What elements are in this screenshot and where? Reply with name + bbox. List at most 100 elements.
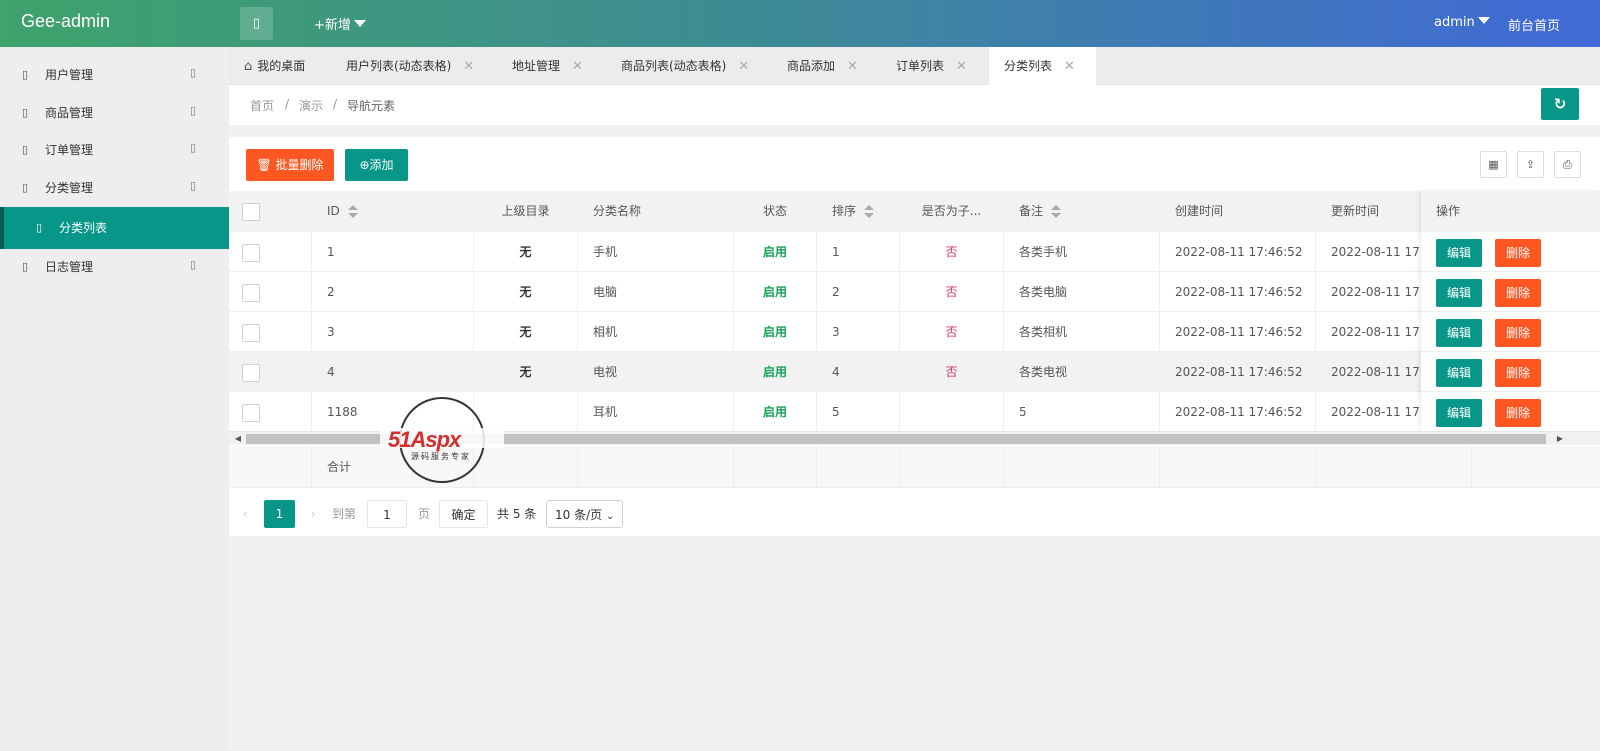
row-checkbox-cell bbox=[229, 272, 312, 312]
sort-icon[interactable] bbox=[347, 204, 358, 219]
sort-icon[interactable] bbox=[1051, 204, 1062, 219]
delete-button[interactable]: 删除 bbox=[1495, 278, 1541, 307]
tab-label: 订单列表 bbox=[896, 59, 945, 73]
grid-icon: ▦ bbox=[1488, 158, 1499, 171]
plus-circle-icon: ⊕ bbox=[359, 158, 370, 172]
sidebar-item-logs[interactable]: ▯ 日志管理 ▯ bbox=[0, 248, 229, 286]
tab-order-list[interactable]: 订单列表 ✕ bbox=[896, 47, 967, 85]
watermark-brand: 51Aspx bbox=[388, 427, 461, 453]
expand-icon: ▯ bbox=[190, 66, 197, 79]
close-icon[interactable]: ✕ bbox=[847, 59, 858, 74]
cell-status: 启用 bbox=[734, 392, 817, 432]
close-icon[interactable]: ✕ bbox=[572, 59, 583, 74]
chevron-down-icon bbox=[353, 20, 366, 27]
scroll-right-icon[interactable]: ▶ bbox=[1553, 432, 1567, 446]
breadcrumb-separator: / bbox=[333, 97, 338, 111]
delete-button[interactable]: 删除 bbox=[1495, 398, 1541, 427]
tab-goods-add[interactable]: 商品添加 ✕ bbox=[787, 47, 858, 85]
top-header: Gee-admin ▯ +新增 admin 前台首页 bbox=[0, 0, 1600, 47]
header-parent: 上级目录 bbox=[474, 191, 578, 232]
front-home-link[interactable]: 前台首页 bbox=[1508, 15, 1560, 34]
tab-category-list[interactable]: 分类列表 ✕ bbox=[989, 47, 1096, 86]
sidebar-item-categories[interactable]: ▯ 分类管理 ▯ bbox=[0, 169, 229, 207]
row-checkbox[interactable] bbox=[242, 363, 260, 382]
row-checkbox[interactable] bbox=[242, 243, 260, 262]
tab-desktop[interactable]: ⌂ 我的桌面 bbox=[244, 47, 305, 85]
user-menu[interactable]: admin bbox=[1434, 15, 1490, 30]
cell-name: 相机 bbox=[578, 312, 734, 352]
row-checkbox[interactable] bbox=[242, 403, 260, 422]
menu-item-icon: ▯ bbox=[36, 221, 43, 234]
page-size-select[interactable]: 10 条/页 ⌄ bbox=[546, 500, 623, 528]
page-number-current[interactable]: 1 bbox=[264, 500, 295, 528]
total-empty-cell bbox=[817, 446, 900, 488]
total-empty-cell bbox=[578, 446, 734, 488]
scroll-left-icon[interactable]: ◀ bbox=[231, 432, 245, 446]
select-all-checkbox[interactable] bbox=[242, 202, 260, 221]
tab-goods-list[interactable]: 商品列表(动态表格) ✕ bbox=[621, 47, 749, 85]
breadcrumb-current: 导航元素 bbox=[347, 99, 396, 113]
close-icon[interactable]: ✕ bbox=[463, 59, 474, 74]
batch-delete-button[interactable]: 🗑 批量删除 bbox=[246, 149, 334, 181]
header-label: 状态 bbox=[762, 204, 787, 218]
operation-cell: 编辑 删除 bbox=[1421, 272, 1600, 312]
user-name: admin bbox=[1434, 15, 1475, 30]
cell-remark: 各类相机 bbox=[1004, 312, 1160, 352]
delete-button[interactable]: 删除 bbox=[1495, 238, 1541, 267]
edit-button[interactable]: 编辑 bbox=[1436, 318, 1482, 347]
header-sort[interactable]: 排序 bbox=[817, 191, 900, 232]
app-logo[interactable]: Gee-admin bbox=[21, 11, 110, 32]
delete-button[interactable]: 删除 bbox=[1495, 358, 1541, 387]
goto-page-input[interactable]: 1 bbox=[367, 500, 407, 528]
page-size-value: 10 条/页 bbox=[555, 508, 603, 522]
new-label: +新增 bbox=[314, 18, 351, 33]
sidebar-item-users[interactable]: ▯ 用户管理 ▯ bbox=[0, 56, 229, 94]
row-checkbox[interactable] bbox=[242, 283, 260, 302]
menu-toggle-button[interactable]: ▯ bbox=[240, 7, 273, 40]
prev-page-icon[interactable]: ‹ bbox=[243, 500, 248, 528]
refresh-button[interactable]: ↻ bbox=[1541, 88, 1579, 120]
sort-icon[interactable] bbox=[864, 204, 875, 219]
tab-bar: ⌂ 我的桌面 用户列表(动态表格) ✕ 地址管理 ✕ 商品列表(动态表格) ✕ 商品添加… bbox=[229, 47, 1600, 86]
row-checkbox[interactable] bbox=[242, 323, 260, 342]
new-dropdown[interactable]: +新增 bbox=[314, 14, 366, 33]
sidebar-item-orders[interactable]: ▯ 订单管理 ▯ bbox=[0, 131, 229, 169]
chevron-down-icon bbox=[1477, 17, 1490, 24]
next-page-icon[interactable]: › bbox=[311, 500, 316, 528]
delete-button[interactable]: 删除 bbox=[1495, 318, 1541, 347]
tab-user-list[interactable]: 用户列表(动态表格) ✕ bbox=[346, 47, 474, 85]
expand-icon: ▯ bbox=[190, 258, 197, 271]
columns-filter-button[interactable]: ▦ bbox=[1480, 151, 1507, 178]
header-remark[interactable]: 备注 bbox=[1004, 191, 1160, 232]
header-id[interactable]: ID bbox=[312, 191, 474, 232]
cell-name: 电视 bbox=[578, 352, 734, 392]
menu-item-icon: ▯ bbox=[22, 260, 29, 273]
cell-status: 启用 bbox=[734, 232, 817, 272]
print-button[interactable]: ⎙ bbox=[1554, 151, 1581, 178]
cell-id: 2 bbox=[312, 272, 474, 312]
watermark-brand-text: 51Aspx bbox=[388, 427, 461, 452]
edit-button[interactable]: 编辑 bbox=[1436, 278, 1482, 307]
row-checkbox-cell bbox=[229, 312, 312, 352]
close-icon[interactable]: ✕ bbox=[956, 59, 967, 74]
export-button[interactable]: ⇪ bbox=[1517, 151, 1544, 178]
tab-address[interactable]: 地址管理 ✕ bbox=[512, 47, 583, 85]
chevron-down-icon: ⌄ bbox=[605, 511, 615, 522]
edit-button[interactable]: 编辑 bbox=[1436, 398, 1482, 427]
add-button[interactable]: ⊕添加 bbox=[345, 149, 408, 181]
close-icon[interactable]: ✕ bbox=[738, 59, 749, 74]
breadcrumb-demo[interactable]: 演示 bbox=[299, 97, 323, 114]
sidebar-item-goods[interactable]: ▯ 商品管理 ▯ bbox=[0, 94, 229, 132]
row-checkbox-cell bbox=[229, 392, 312, 432]
cell-remark: 各类电脑 bbox=[1004, 272, 1160, 312]
sidebar-item-category-list[interactable]: ▯ 分类列表 bbox=[0, 207, 229, 249]
edit-button[interactable]: 编辑 bbox=[1436, 358, 1482, 387]
row-checkbox-cell bbox=[229, 232, 312, 272]
goto-confirm-button[interactable]: 确定 bbox=[439, 500, 488, 528]
breadcrumb-home[interactable]: 首页 bbox=[250, 97, 274, 114]
cell-name: 手机 bbox=[578, 232, 734, 272]
edit-button[interactable]: 编辑 bbox=[1436, 238, 1482, 267]
close-icon[interactable]: ✕ bbox=[1064, 59, 1075, 74]
cell-is-child: 否 bbox=[900, 352, 1004, 392]
cell-parent: 无 bbox=[474, 272, 578, 312]
